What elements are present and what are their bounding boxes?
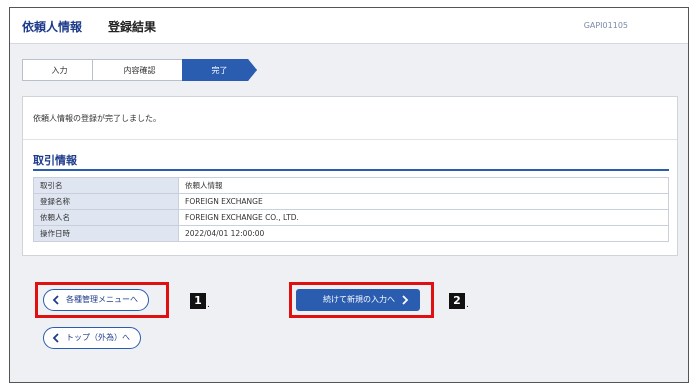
- continue-new-input-button[interactable]: 続けて新規の入力へ: [296, 289, 420, 311]
- step-input-label: 入力: [51, 66, 68, 75]
- chevron-left-icon: [52, 295, 59, 305]
- row-value: FOREIGN EXCHANGE: [178, 193, 669, 210]
- continue-button-label: 続けて新規の入力へ: [323, 295, 395, 304]
- page-title: 依頼人情報: [22, 20, 83, 34]
- section-underline: [33, 169, 669, 171]
- top-page-button[interactable]: トップ（外為）へ: [43, 327, 141, 349]
- menu-button-label: 各種管理メニューへ: [66, 295, 138, 304]
- annotation-dot: .: [207, 300, 210, 310]
- row-key: 操作日時: [33, 225, 179, 242]
- row-value: 依頼人情報: [178, 177, 669, 194]
- table-row: 取引名 依頼人情報: [33, 177, 669, 194]
- step-complete: 完了: [182, 59, 257, 81]
- divider: [23, 139, 677, 140]
- top-button-label: トップ（外為）へ: [66, 333, 130, 342]
- table-row: 依頼人名 FOREIGN EXCHANGE CO., LTD.: [33, 209, 669, 226]
- annotation-number-1: 1: [190, 293, 206, 309]
- annotation-number-2: 2: [449, 293, 465, 309]
- table-row: 登録名称 FOREIGN EXCHANGE: [33, 193, 669, 210]
- app-window: 依頼人情報 登録結果 GAPI01105 入力 内容確認 完了 依頼人情報の登録…: [9, 7, 689, 383]
- row-key: 登録名称: [33, 193, 179, 210]
- row-key: 依頼人名: [33, 209, 179, 226]
- annotation-dot: .: [466, 300, 469, 310]
- row-value: 2022/04/01 12:00:00: [178, 225, 669, 242]
- chevron-left-icon: [52, 333, 59, 343]
- page-header: 依頼人情報 登録結果 GAPI01105: [10, 8, 688, 44]
- section-title: 取引情報: [33, 154, 77, 167]
- step-input: 入力: [22, 59, 97, 81]
- step-confirm-label: 内容確認: [123, 66, 156, 75]
- row-key: 取引名: [33, 177, 179, 194]
- completion-message: 依頼人情報の登録が完了しました。: [33, 114, 161, 123]
- screen-id: GAPI01105: [583, 21, 628, 30]
- result-panel: 依頼人情報の登録が完了しました。 取引情報 取引名 依頼人情報 登録名称 FOR…: [22, 96, 678, 256]
- row-value: FOREIGN EXCHANGE CO., LTD.: [178, 209, 669, 226]
- step-complete-label: 完了: [211, 66, 228, 75]
- chevron-right-icon: [402, 295, 409, 305]
- page-subtitle: 登録結果: [108, 20, 157, 34]
- menu-button[interactable]: 各種管理メニューへ: [43, 289, 149, 311]
- transaction-info-table: 取引名 依頼人情報 登録名称 FOREIGN EXCHANGE 依頼人名 FOR…: [33, 177, 669, 242]
- table-row: 操作日時 2022/04/01 12:00:00: [33, 225, 669, 242]
- step-confirm: 内容確認: [92, 59, 187, 81]
